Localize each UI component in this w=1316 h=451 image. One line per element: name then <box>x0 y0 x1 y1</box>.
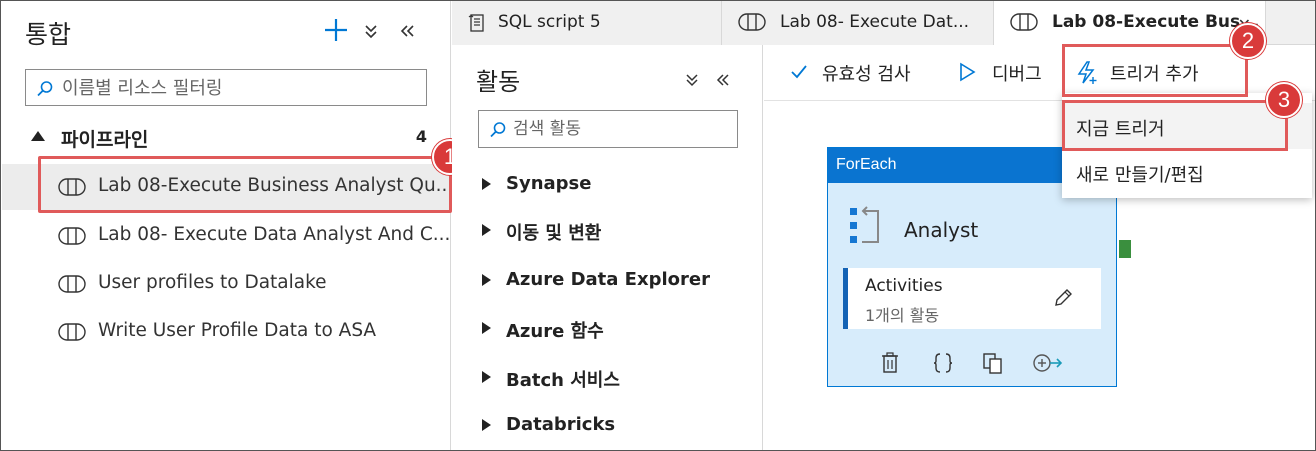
validate-label: 유효성 검사 <box>822 64 911 85</box>
code-braces-icon[interactable] <box>932 352 954 374</box>
foreach-activities-box[interactable]: Activities 1개의 활동 <box>843 268 1101 329</box>
collapse-panel-icon[interactable] <box>716 73 730 87</box>
highlight-box-3 <box>1062 100 1288 151</box>
collapse-panel-icon[interactable] <box>399 23 415 39</box>
add-output-icon[interactable] <box>1032 352 1064 374</box>
copy-icon[interactable] <box>982 352 1004 374</box>
integrate-title: 통합 <box>25 20 72 49</box>
new-edit-item[interactable]: 새로 만들기/편집 <box>1062 149 1312 195</box>
search-icon <box>490 122 506 138</box>
debug-label: 디버그 <box>992 64 1042 85</box>
activities-count: 1개의 활동 <box>865 306 940 325</box>
delete-icon[interactable] <box>880 352 900 374</box>
expand-caret-icon <box>482 419 497 435</box>
new-edit-label: 새로 만들기/편집 <box>1076 165 1204 186</box>
expand-caret-icon <box>482 274 497 290</box>
tab-pipeline-data-analyst[interactable]: Lab 08- Execute Dat... <box>722 1 994 45</box>
pipelines-section-label: 파이프라인 <box>61 129 149 151</box>
pipeline-label: Lab 08- Execute Data Analyst And C... <box>98 224 451 245</box>
category-label: Databricks <box>506 414 616 435</box>
sql-script-icon <box>468 14 484 32</box>
category-label: Azure Data Explorer <box>506 269 710 290</box>
integrate-panel: 통합 파이프라인 4 Lab 08-Execute Business Analy… <box>1 1 453 450</box>
pipeline-item[interactable]: Write User Profile Data to ASA <box>2 309 450 355</box>
add-resource-icon[interactable] <box>323 17 349 43</box>
activities-label: Activities <box>865 276 943 296</box>
checkmark-icon <box>791 65 807 79</box>
pipeline-label: Write User Profile Data to ASA <box>98 320 377 341</box>
resource-filter-box <box>25 69 427 106</box>
tab-label: Lab 08-Execute Bus... <box>1052 12 1260 32</box>
validate-button[interactable]: 유효성 검사 <box>790 59 930 87</box>
tab-label: SQL script 5 <box>498 12 601 32</box>
pipelines-section-header[interactable]: 파이프라인 4 <box>31 125 431 153</box>
pencil-icon[interactable] <box>1053 288 1073 308</box>
category-label: 이동 및 변환 <box>506 223 602 244</box>
tab-sql-script[interactable]: SQL script 5 <box>452 1 722 45</box>
activity-search-input[interactable] <box>513 117 728 141</box>
step-badge-3: 3 <box>1266 82 1302 118</box>
category-label: Synapse <box>506 173 592 194</box>
foreach-icon <box>850 206 879 243</box>
collapse-all-icon[interactable] <box>363 23 379 39</box>
foreach-header-label: ForEach <box>836 156 897 173</box>
pipeline-label: User profiles to Datalake <box>98 272 327 293</box>
pipelines-count: 4 <box>415 127 427 146</box>
pipeline-icon <box>738 13 766 31</box>
play-icon <box>960 62 976 82</box>
pipeline-icon <box>58 227 86 245</box>
activities-panel: 활동 Synapse 이동 및 변환 Azure Data Explorer A… <box>452 45 763 450</box>
expand-caret-icon <box>482 178 497 194</box>
pipeline-item[interactable]: User profiles to Datalake <box>2 261 450 307</box>
pipeline-item[interactable]: Lab 08- Execute Data Analyst And C... <box>2 213 450 259</box>
step-badge-2: 2 <box>1230 23 1266 59</box>
pipeline-icon <box>58 275 86 293</box>
category-label: Azure 함수 <box>506 321 604 342</box>
highlight-box-1 <box>38 156 452 213</box>
expand-caret-icon <box>482 224 497 240</box>
debug-button[interactable]: 디버그 <box>958 59 1058 87</box>
activities-title: 활동 <box>476 68 521 96</box>
success-port[interactable] <box>1119 240 1131 258</box>
expand-caret-icon <box>482 371 497 387</box>
tab-label: Lab 08- Execute Dat... <box>780 12 970 32</box>
search-icon <box>37 81 53 97</box>
expand-caret-icon <box>482 322 497 338</box>
tab-pipeline-business-analyst[interactable]: Lab 08-Execute Bus... ✕ <box>994 1 1266 46</box>
foreach-name: Analyst <box>904 218 979 242</box>
resource-filter-input[interactable] <box>62 75 417 101</box>
activities-accent-bar <box>843 268 848 329</box>
editor-tabs: SQL script 5 Lab 08- Execute Dat... Lab … <box>452 1 1315 46</box>
category-label: Batch 서비스 <box>506 370 620 391</box>
activity-search-box <box>478 110 738 148</box>
highlight-box-2 <box>1062 44 1248 97</box>
collapse-caret-icon <box>31 131 45 141</box>
collapse-all-icon[interactable] <box>685 73 699 87</box>
pipeline-icon <box>1010 13 1038 31</box>
pipeline-icon <box>58 323 86 341</box>
